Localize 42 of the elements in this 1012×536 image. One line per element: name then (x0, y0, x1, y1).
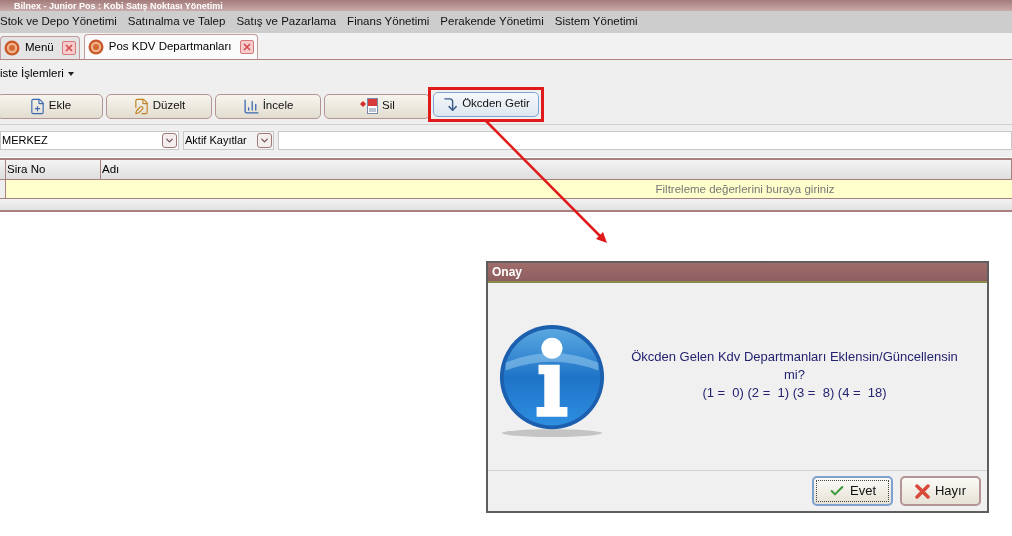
chevron-down-icon (164, 135, 175, 146)
dropdown-button[interactable] (257, 133, 272, 148)
close-icon[interactable] (61, 41, 76, 55)
toolbar-button[interactable]: Ökcden Getir (433, 91, 539, 117)
toolbar-button[interactable]: Sil (324, 93, 430, 119)
menu-item[interactable]: Sistem Yönetimi (554, 13, 638, 31)
tab[interactable]: Menü (0, 36, 80, 59)
toolbar-button[interactable]: İncele (215, 93, 321, 119)
emblem-icon (4, 40, 20, 56)
list-menu-button[interactable]: iste İşlemleri (0, 65, 74, 83)
close-icon[interactable] (239, 40, 254, 54)
bent-arrow-icon (442, 95, 460, 113)
combo-box[interactable]: Aktif Kayıtlar (183, 131, 274, 150)
tab[interactable]: Pos KDV Departmanları (83, 34, 258, 59)
text-field[interactable] (278, 131, 1012, 150)
emblem-icon (87, 39, 104, 55)
menu-item[interactable]: Finans Yönetimi (347, 13, 430, 31)
caret-icon (67, 72, 74, 76)
combo-box[interactable]: MERKEZ (0, 131, 179, 150)
column-header[interactable]: Sira No (6, 160, 101, 179)
window-title: Bilnex - Junior Pos : Kobi Satış Noktası Yönetimi (14, 0, 223, 11)
dialog-button[interactable]: Hayır (900, 476, 981, 506)
filter-field[interactable]: Filtreleme değerlerini buraya giriniz (6, 180, 1012, 198)
dialog-details: (1 = 0) (2 = 1) (3 = 8) (4 = 18) (702, 383, 887, 402)
document-icon (359, 98, 380, 114)
toolbar-button[interactable]: Düzelt (106, 93, 212, 119)
menu-item[interactable]: Satınalma ve Talep (127, 13, 226, 31)
bar-chart-icon (242, 97, 260, 115)
file-pencil-icon (132, 97, 150, 115)
chevron-down-icon (259, 135, 270, 146)
menu-item[interactable]: Stok ve Depo Yönetimi (0, 13, 117, 31)
dropdown-button[interactable] (162, 133, 177, 148)
cross-icon (914, 483, 930, 499)
menu-item[interactable]: Satış ve Pazarlama (236, 13, 337, 31)
info-icon (498, 323, 606, 440)
menu-item[interactable]: Perakende Yönetimi (440, 13, 544, 31)
toolbar-button[interactable]: Ekle (0, 93, 103, 119)
dialog-button[interactable]: Evet (812, 476, 893, 506)
dialog-title: Onay (492, 264, 522, 281)
column-header[interactable]: Adı (101, 160, 1012, 179)
dialog-message: Ökcden Gelen Kdv Departmanları Eklensin/Güncellensin mi? (630, 347, 959, 384)
file-plus-icon (28, 97, 46, 115)
